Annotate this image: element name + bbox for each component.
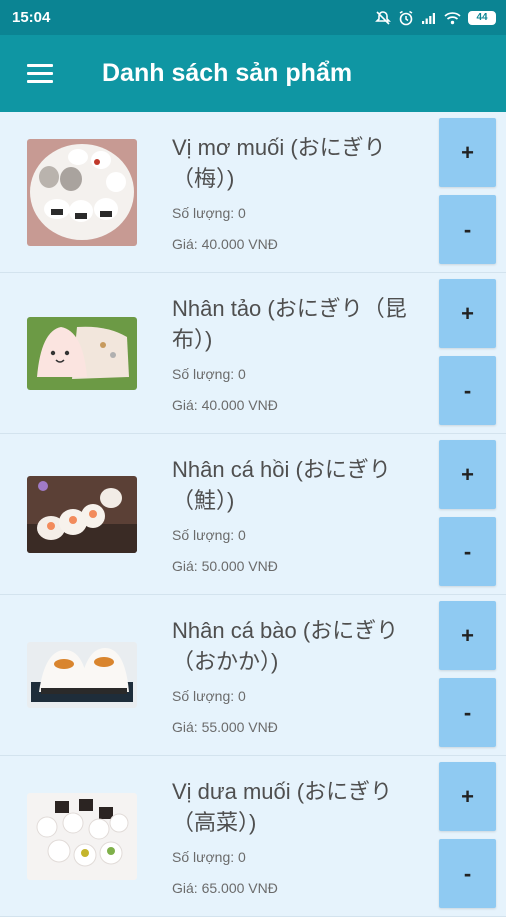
increase-button[interactable]: + (439, 279, 496, 348)
product-name: Nhân cá bào (おにぎり（おかか）) (172, 618, 399, 674)
increase-button[interactable]: + (439, 601, 496, 670)
wifi-icon (444, 11, 461, 24)
product-price: Giá: 40.000 VNĐ (172, 397, 278, 413)
product-name: Vị mơ muối (おにぎり（梅）) (172, 135, 386, 191)
product-image (27, 793, 137, 880)
increase-button[interactable]: + (439, 440, 496, 509)
battery-icon: 44 (468, 10, 496, 25)
product-quantity: Số lượng: 0 (172, 366, 246, 382)
status-bar: 15:04 44 (0, 0, 506, 35)
increase-button[interactable]: + (439, 762, 496, 831)
product-image (27, 476, 137, 553)
decrease-button[interactable]: - (439, 517, 496, 586)
list-item: Vị mơ muối (おにぎり（梅）) Số lượng: 0 Giá: 40… (0, 112, 506, 273)
product-price: Giá: 50.000 VNĐ (172, 558, 278, 574)
product-price: Giá: 55.000 VNĐ (172, 719, 278, 735)
product-name: Vị dưa muối (おにぎり（高菜）) (172, 779, 393, 835)
status-time: 15:04 (12, 9, 51, 26)
signal-icon (422, 12, 435, 24)
product-list: Vị mơ muối (おにぎり（梅）) Số lượng: 0 Giá: 40… (0, 112, 506, 917)
product-quantity: Số lượng: 0 (172, 688, 246, 704)
page-title: Danh sách sản phẩm (102, 59, 353, 87)
product-price: Giá: 40.000 VNĐ (172, 236, 278, 252)
product-price: Giá: 65.000 VNĐ (172, 880, 278, 896)
product-quantity: Số lượng: 0 (172, 527, 246, 543)
product-image (27, 642, 137, 708)
status-icons: 44 (375, 10, 496, 26)
product-name: Nhân tảo (おにぎり（昆布）) (172, 296, 407, 352)
mute-icon (375, 10, 391, 25)
list-item: Nhân cá hồi (おにぎり（鮭）) Số lượng: 0 Giá: 5… (0, 434, 506, 595)
decrease-button[interactable]: - (439, 839, 496, 908)
app-bar: Danh sách sản phẩm (0, 35, 506, 112)
product-image (27, 139, 137, 246)
decrease-button[interactable]: - (439, 678, 496, 747)
product-quantity: Số lượng: 0 (172, 849, 246, 865)
product-image (27, 317, 137, 390)
list-item: Nhân cá bào (おにぎり（おかか）) Số lượng: 0 Giá:… (0, 595, 506, 756)
list-item: Vị dưa muối (おにぎり（高菜）) Số lượng: 0 Giá: … (0, 756, 506, 917)
menu-icon[interactable] (12, 46, 68, 102)
list-item: Nhân tảo (おにぎり（昆布）) Số lượng: 0 Giá: 40.… (0, 273, 506, 434)
decrease-button[interactable]: - (439, 356, 496, 425)
decrease-button[interactable]: - (439, 195, 496, 264)
alarm-icon (399, 10, 413, 25)
product-name: Nhân cá hồi (おにぎり（鮭）) (172, 457, 391, 513)
product-quantity: Số lượng: 0 (172, 205, 246, 221)
increase-button[interactable]: + (439, 118, 496, 187)
battery-level: 44 (476, 12, 488, 23)
